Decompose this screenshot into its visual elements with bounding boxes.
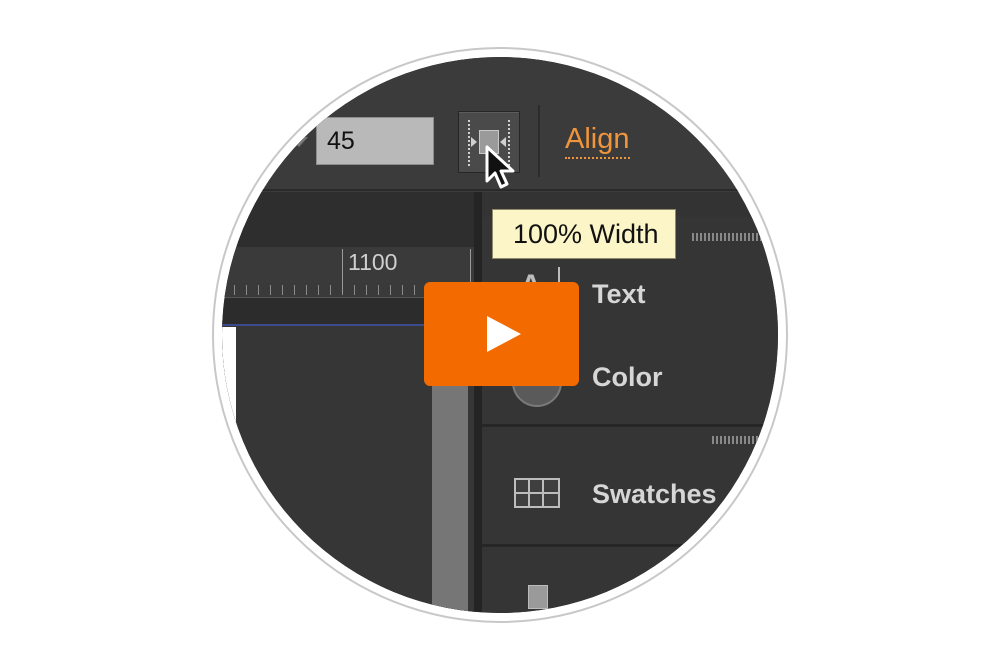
panel-grip[interactable] <box>692 233 762 241</box>
full-width-icon-left-arrow <box>471 137 477 147</box>
number-input[interactable]: 45 <box>316 117 434 165</box>
tooltip: 100% Width <box>492 209 676 259</box>
play-button[interactable] <box>424 282 579 386</box>
toolbar-separator <box>538 105 540 177</box>
align-link[interactable]: Align <box>565 123 630 159</box>
page-edge <box>222 327 236 613</box>
panel-divider <box>482 544 778 547</box>
ruler-label: 1100 <box>348 249 398 275</box>
panel-item-icon <box>528 585 548 609</box>
play-icon <box>487 316 521 352</box>
panel-splitter[interactable] <box>474 192 482 613</box>
chevron-down-icon[interactable] <box>290 137 308 147</box>
panel-grip[interactable] <box>712 436 772 444</box>
panel-item-text[interactable]: Text <box>592 279 646 310</box>
grid-swatches-icon <box>514 478 560 508</box>
arrow-cursor-icon <box>485 145 515 189</box>
scrollbar[interactable] <box>432 383 468 613</box>
panel-divider <box>482 424 778 427</box>
ruler-major-tick <box>342 249 343 293</box>
full-width-icon <box>468 120 470 166</box>
canvas-header <box>222 192 474 247</box>
panel-item-swatches[interactable]: Swatches <box>592 479 717 510</box>
panel-item-color[interactable]: Color <box>592 362 663 393</box>
